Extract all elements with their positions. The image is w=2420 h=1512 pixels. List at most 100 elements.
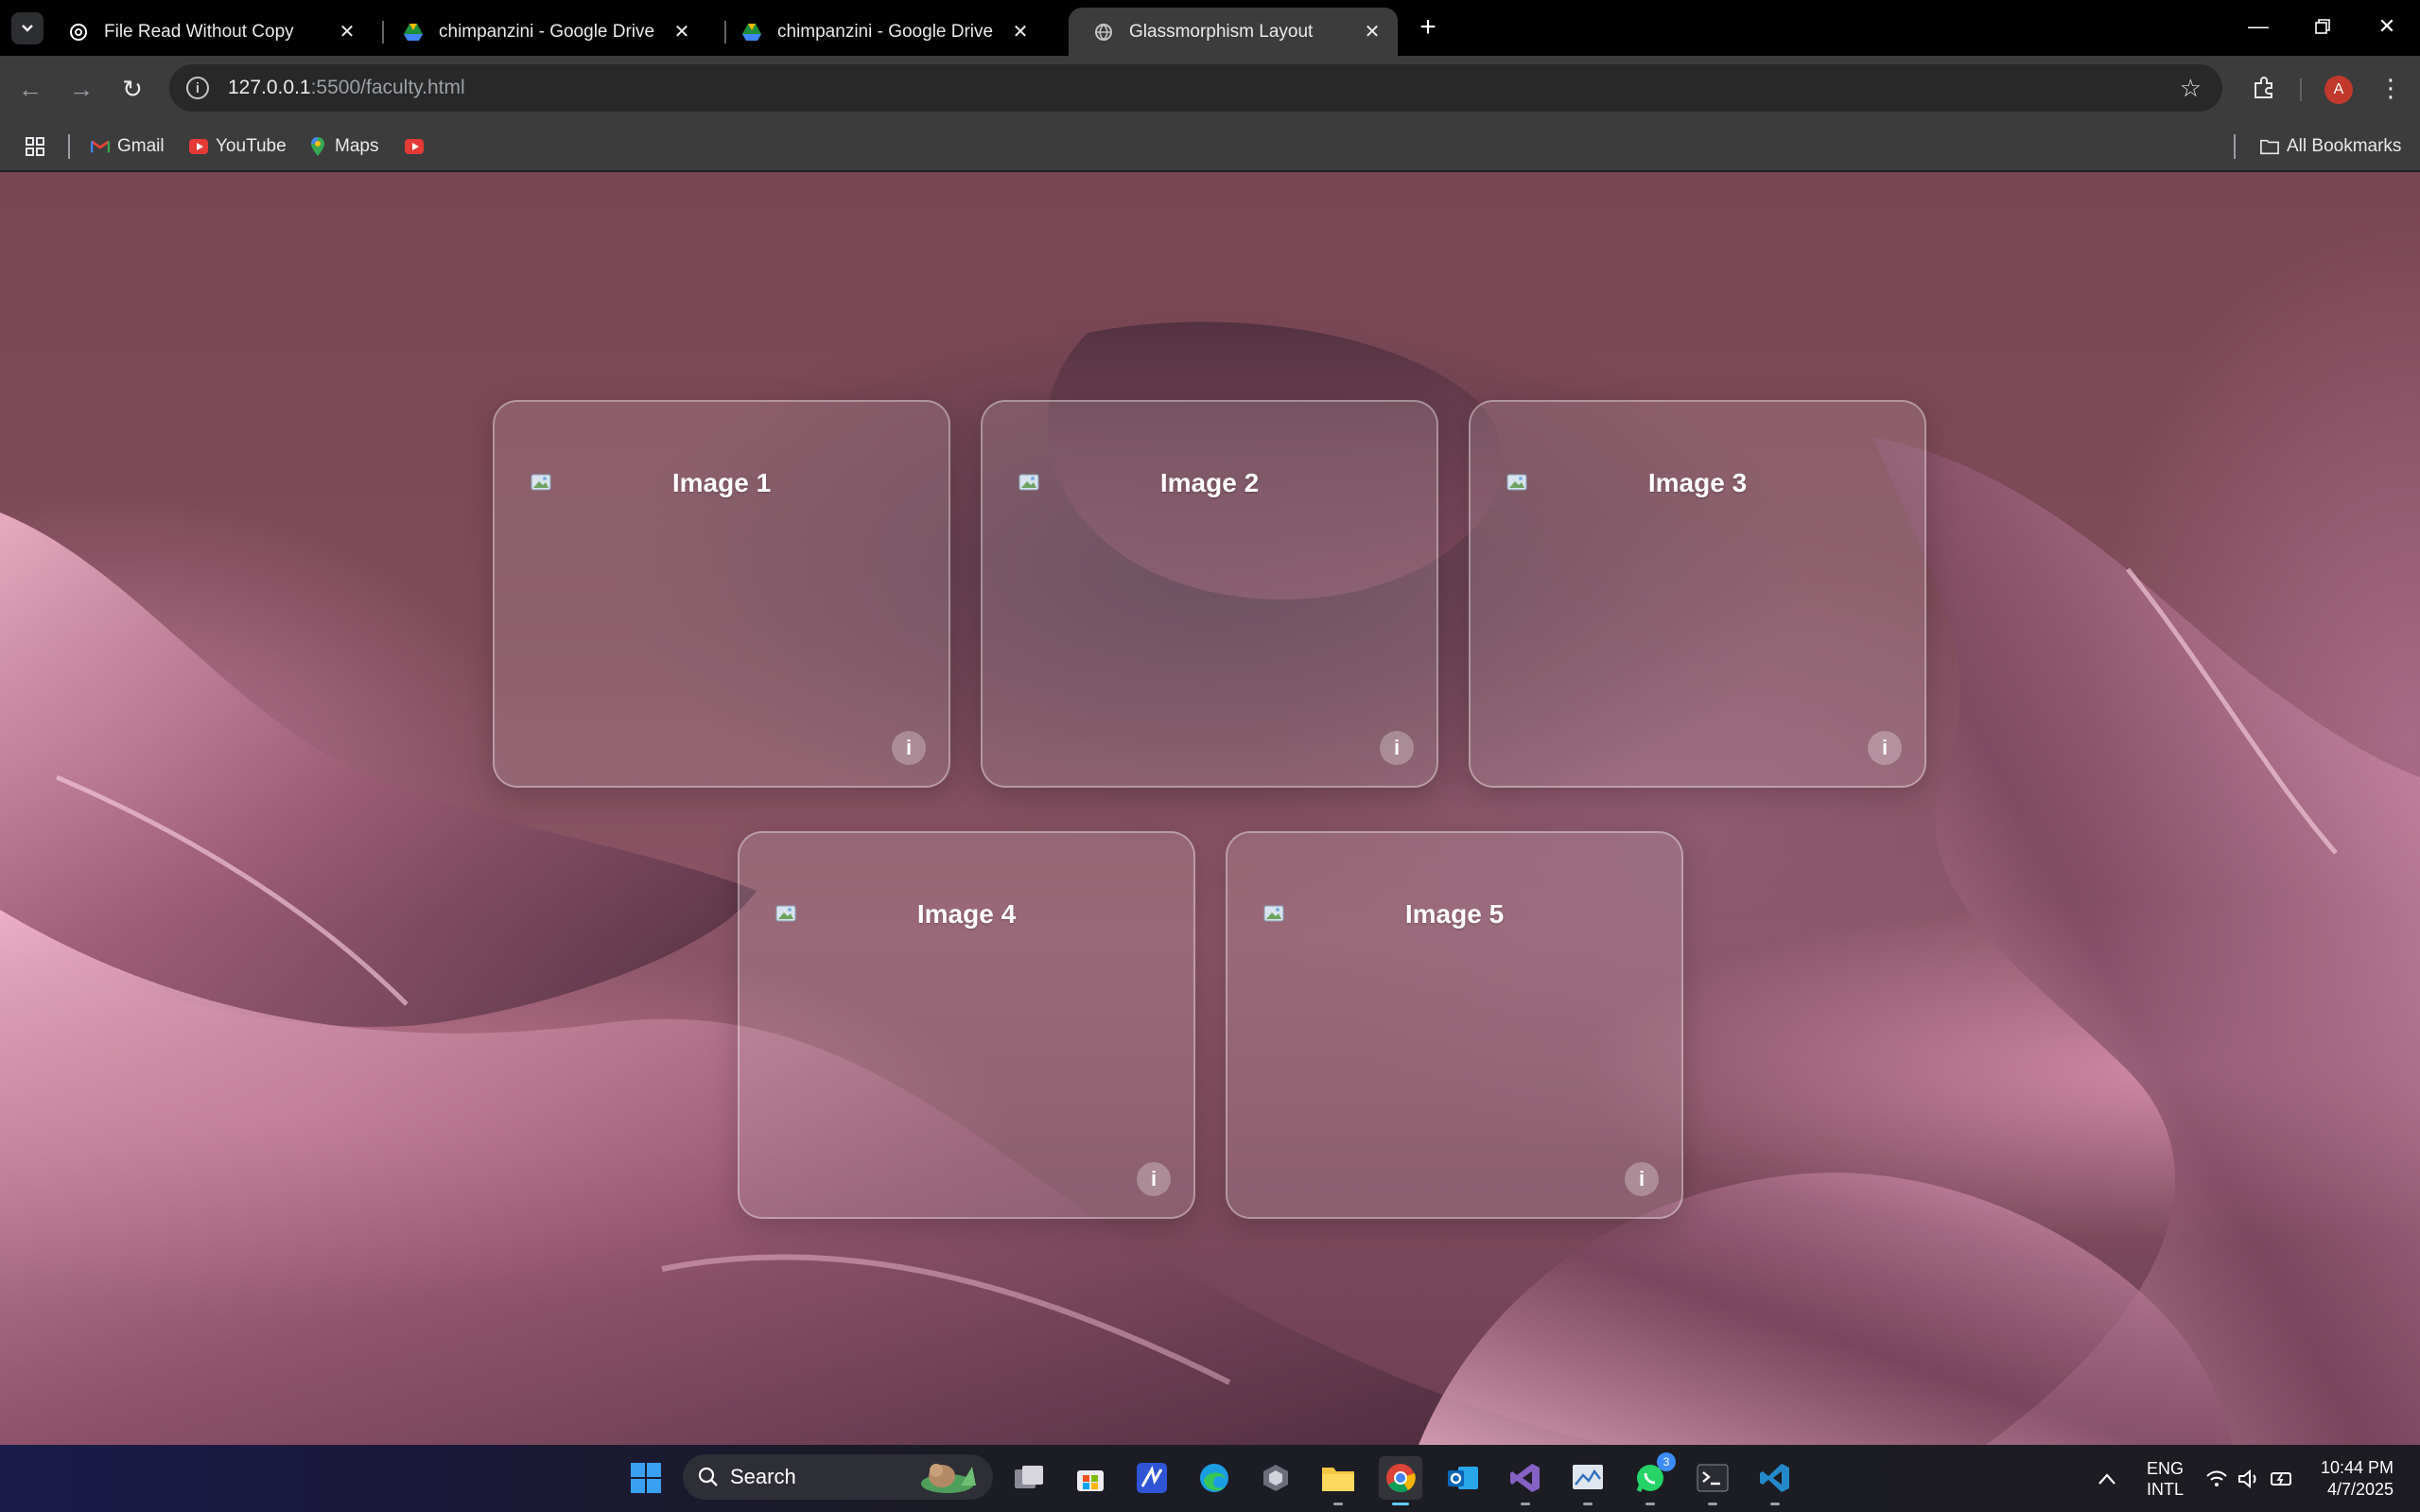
running-indicator (1392, 1503, 1409, 1505)
running-indicator (1583, 1503, 1593, 1505)
card-title: Image 2 (1159, 468, 1260, 497)
search-label: Search (730, 1465, 796, 1488)
taskbar-task-view[interactable] (1007, 1456, 1051, 1500)
visual-studio-icon (1510, 1464, 1540, 1492)
running-indicator (1770, 1503, 1780, 1505)
language-line1: ENG (2147, 1458, 2185, 1478)
language-indicator[interactable]: ENG INTL (2147, 1445, 2184, 1512)
toolbar-separator (2300, 78, 2302, 101)
tab-strip: File Read Without Copy ✕ chimpanzini - G… (0, 0, 2420, 56)
profile-avatar[interactable]: A (2324, 76, 2353, 104)
close-window-button[interactable]: ✕ (2359, 8, 2415, 45)
taskbar-search[interactable]: Search (683, 1454, 993, 1500)
info-button[interactable]: i (1625, 1162, 1659, 1196)
bookmarks-separator (2234, 134, 2236, 159)
silk-background (0, 322, 2420, 1445)
taskbar-visual-studio[interactable] (1504, 1456, 1547, 1505)
minimize-icon: — (2248, 14, 2269, 38)
running-indicator (1521, 1503, 1530, 1505)
glass-card-5[interactable]: Image 5 i (1226, 831, 1683, 1219)
all-bookmarks-button[interactable]: All Bookmarks (2260, 132, 2401, 161)
start-button[interactable] (624, 1456, 668, 1500)
glass-card-3[interactable]: Image 3 i (1469, 400, 1926, 788)
address-bar[interactable]: i 127.0.0.1 :5500/faculty.html ☆ (169, 64, 2222, 112)
taskbar-store[interactable] (1069, 1456, 1112, 1500)
tab-title: Glassmorphism Layout (1129, 21, 1314, 42)
info-button[interactable]: i (1380, 731, 1414, 765)
reload-button[interactable]: ↻ (112, 68, 153, 110)
info-button[interactable]: i (1137, 1162, 1171, 1196)
tab-google-drive-1[interactable]: chimpanzini - Google Drive ✕ (378, 8, 707, 56)
running-indicator (1645, 1503, 1655, 1505)
more-vertical-icon: ⋮ (2378, 73, 2403, 102)
quick-settings[interactable] (2205, 1445, 2294, 1512)
all-bookmarks-label: All Bookmarks (2287, 136, 2402, 156)
bookmark-youtube-2[interactable] (405, 132, 431, 161)
tab-glassmorphism-layout[interactable]: Glassmorphism Layout ✕ (1069, 8, 1398, 56)
taskbar-terminal[interactable] (1691, 1456, 1734, 1505)
tab-title: File Read Without Copy (104, 21, 294, 42)
apps-grid-icon (26, 137, 44, 156)
taskbar-app-11[interactable] (1566, 1456, 1610, 1505)
info-button[interactable]: i (892, 731, 926, 765)
bookmark-label: Maps (335, 136, 379, 156)
arrow-right-icon: → (69, 74, 94, 103)
terminal-icon (1697, 1464, 1729, 1492)
site-info-icon[interactable]: i (186, 77, 209, 99)
bookmarks-separator (68, 134, 70, 159)
glass-card-1[interactable]: Image 1 i (493, 400, 950, 788)
card-title: Image 3 (1647, 468, 1748, 497)
taskbar-whatsapp[interactable]: 3 (1628, 1452, 1676, 1505)
close-icon[interactable]: ✕ (1008, 20, 1033, 43)
back-button[interactable]: ← (9, 68, 51, 110)
windows-taskbar: Search 3 ENG INTL 10:44 PM 4/7/2025 (0, 1445, 2420, 1512)
menu-button[interactable]: ⋮ (2372, 69, 2410, 107)
tab-title: chimpanzini - Google Drive (439, 21, 655, 42)
extensions-button[interactable] (2245, 69, 2283, 107)
vscode-icon (1760, 1464, 1789, 1492)
info-button[interactable]: i (1868, 731, 1902, 765)
taskbar-chrome[interactable] (1379, 1456, 1422, 1505)
taskbar-app-3[interactable] (1130, 1456, 1174, 1500)
windows-start-icon (631, 1463, 661, 1493)
close-icon[interactable]: ✕ (335, 20, 359, 43)
show-hidden-icons[interactable] (2098, 1445, 2116, 1512)
taskbar-vscode[interactable] (1753, 1456, 1797, 1505)
minimize-button[interactable]: — (2230, 8, 2287, 45)
card-title: Image 5 (1404, 899, 1505, 929)
taskbar-outlook[interactable] (1441, 1456, 1485, 1500)
forward-button[interactable]: → (61, 68, 102, 110)
glass-card-4[interactable]: Image 4 i (738, 831, 1195, 1219)
tab-file-read[interactable]: File Read Without Copy ✕ (44, 8, 373, 56)
reload-icon: ↻ (122, 74, 143, 103)
taskbar-edge[interactable] (1193, 1456, 1236, 1500)
store-icon (1077, 1470, 1104, 1491)
maps-icon (308, 137, 327, 156)
taskbar-app-5[interactable] (1254, 1456, 1297, 1500)
clock-time: 10:44 PM (2321, 1457, 2394, 1477)
close-icon: ✕ (2377, 14, 2396, 38)
close-icon[interactable]: ✕ (670, 20, 694, 43)
new-tab-button[interactable]: + (1412, 11, 1444, 43)
restore-icon (2315, 19, 2330, 34)
tab-search-button[interactable] (11, 12, 44, 44)
card-title: Image 4 (916, 899, 1017, 929)
bookmark-gmail[interactable]: Gmail (91, 132, 165, 161)
address-host: 127.0.0.1 (228, 77, 311, 98)
puzzle-icon (2255, 77, 2272, 98)
plus-icon: + (1419, 11, 1436, 43)
taskbar-file-explorer[interactable] (1316, 1456, 1360, 1505)
bookmark-star-icon[interactable]: ☆ (2180, 74, 2202, 103)
restore-button[interactable] (2294, 8, 2351, 45)
apps-button[interactable] (25, 132, 45, 161)
edge-icon (1200, 1464, 1228, 1492)
page-viewport: Image 1 i Image 2 i Image 3 i Image 4 i … (0, 172, 2420, 1445)
bookmark-youtube[interactable]: YouTube (189, 132, 287, 161)
app-icon (1137, 1463, 1167, 1493)
close-icon[interactable]: ✕ (1360, 20, 1384, 43)
tab-google-drive-2[interactable]: chimpanzini - Google Drive ✕ (717, 8, 1046, 56)
task-view-icon (1015, 1466, 1043, 1488)
clock[interactable]: 10:44 PM 4/7/2025 (2321, 1445, 2394, 1512)
bookmark-maps[interactable]: Maps (308, 132, 378, 161)
glass-card-2[interactable]: Image 2 i (981, 400, 1438, 788)
